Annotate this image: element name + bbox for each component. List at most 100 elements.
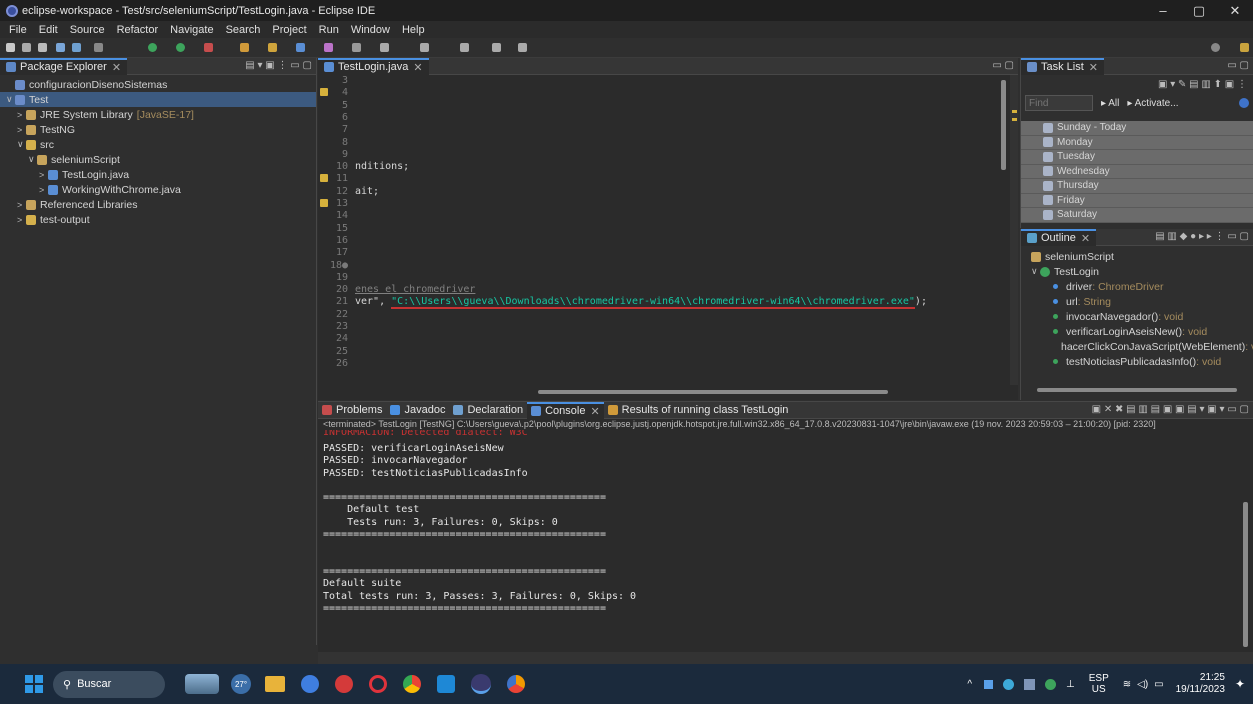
annotation-icon[interactable]: [420, 43, 429, 52]
tree-item[interactable]: > Referenced Libraries: [0, 197, 316, 212]
chevron-right-icon[interactable]: >: [17, 125, 26, 135]
eclipse-taskbar-icon[interactable]: [471, 674, 491, 694]
new-class-icon[interactable]: [296, 43, 305, 52]
open-type-icon[interactable]: [324, 43, 333, 52]
language-indicator[interactable]: ESP US: [1089, 673, 1109, 695]
close-button[interactable]: ✕: [1217, 0, 1253, 21]
tree-item[interactable]: > JRE System Library [JavaSE-17]: [0, 107, 316, 122]
filter-all[interactable]: ▸ All: [1101, 98, 1119, 109]
new-package-icon[interactable]: [268, 43, 277, 52]
console-toolbar-icon[interactable]: ▣ ✕ ✖ ▤ ▥ ▤ ▣ ▣ ▤ ▾ ▣ ▾ ▭ ▢: [1092, 404, 1249, 415]
outline-package[interactable]: seleniumScript: [1031, 249, 1253, 264]
task-minmax-icon[interactable]: ▭ ▢: [1227, 60, 1249, 71]
tray-icon-1[interactable]: [984, 679, 994, 689]
tree-item[interactable]: > WorkingWithChrome.java: [0, 182, 316, 197]
new-java-project-icon[interactable]: [240, 43, 249, 52]
code-area[interactable]: 3 4 5 6 7 8 9 10 nditions; 11 12 ait; 13 14 15 16 17 18● 1…: [318, 75, 998, 385]
vpn-icon[interactable]: [335, 675, 353, 693]
save-icon[interactable]: [22, 43, 31, 52]
forward-icon[interactable]: [72, 43, 81, 52]
outline-class[interactable]: ∨ TestLogin: [1031, 264, 1253, 279]
outline-toolbar-icon[interactable]: ▤ ▥ ◆ ● ▸ ▸ ⋮ ▭ ▢: [1155, 231, 1249, 242]
task-day-row[interactable]: Thursday: [1021, 179, 1253, 194]
nav-forward-icon[interactable]: [492, 43, 501, 52]
tab-outline[interactable]: Outline ✕: [1021, 228, 1097, 246]
task-day-row[interactable]: Friday: [1021, 193, 1253, 208]
chevron-right-icon[interactable]: >: [17, 110, 26, 120]
tab-problems[interactable]: Problems: [318, 402, 386, 419]
debug-icon[interactable]: [148, 43, 157, 52]
tab-results[interactable]: Results of running class TestLogin: [604, 402, 793, 419]
editor-minmax-icon[interactable]: ▭ ▢: [992, 60, 1014, 71]
menu-help[interactable]: Help: [402, 24, 425, 36]
notification-icon[interactable]: ✦: [1235, 677, 1245, 691]
chrome-icon[interactable]: [403, 675, 421, 693]
weather-icon[interactable]: 27°: [231, 674, 251, 694]
tree-item[interactable]: ∨ src: [0, 137, 316, 152]
outline-member[interactable]: driver : ChromeDriver: [1031, 279, 1253, 294]
search-box[interactable]: ⚲ Buscar: [53, 670, 165, 698]
view-menu-icon[interactable]: ▤ ▾ ▣ ⋮ ▭ ▢: [245, 60, 312, 71]
chevron-right-icon[interactable]: >: [17, 215, 26, 225]
run-icon[interactable]: [176, 43, 185, 52]
tree-item[interactable]: > TestNG: [0, 122, 316, 137]
chrome-canary-icon[interactable]: [507, 675, 525, 693]
chevron-down-icon[interactable]: ∨: [6, 94, 15, 105]
chat-icon[interactable]: [301, 675, 319, 693]
usb-icon[interactable]: ⊥: [1066, 679, 1075, 690]
tab-console[interactable]: Console ✕: [527, 401, 604, 419]
tab-package-explorer[interactable]: Package Explorer ✕: [0, 57, 128, 75]
tab-javadoc[interactable]: Javadoc: [386, 402, 449, 419]
wifi-icon[interactable]: ≋: [1123, 679, 1131, 690]
tray-icon-2[interactable]: [1003, 678, 1015, 690]
close-icon[interactable]: ✕: [1081, 232, 1090, 245]
find-input[interactable]: [1025, 95, 1093, 111]
task-day-row[interactable]: Sunday - Today: [1021, 121, 1253, 136]
console-scrollbar[interactable]: [1243, 502, 1248, 647]
menu-search[interactable]: Search: [226, 24, 261, 36]
outline-scrollbar[interactable]: [1037, 388, 1237, 392]
tree-item[interactable]: ∨ seleniumScript: [0, 152, 316, 167]
menu-refactor[interactable]: Refactor: [117, 24, 159, 36]
outline-member[interactable]: invocarNavegador() : void: [1031, 309, 1253, 324]
tree-item[interactable]: configuracionDisenoSistemas: [0, 77, 316, 92]
volume-icon[interactable]: ◁): [1137, 679, 1148, 690]
menu-edit[interactable]: Edit: [39, 24, 58, 36]
perspective-icon[interactable]: [1240, 43, 1249, 52]
menu-navigate[interactable]: Navigate: [170, 24, 213, 36]
tray-icon-4[interactable]: [1045, 678, 1057, 690]
outline-member[interactable]: verificarLoginAseisNew() : void: [1031, 324, 1253, 339]
menu-run[interactable]: Run: [319, 24, 339, 36]
coverage-icon[interactable]: [204, 43, 213, 52]
tree-item[interactable]: > test-output: [0, 212, 316, 227]
chevron-up-icon[interactable]: ^: [967, 679, 972, 690]
tab-testlogin-java[interactable]: TestLogin.java ✕: [318, 57, 429, 75]
battery-icon[interactable]: ▭: [1154, 679, 1163, 690]
task-day-row[interactable]: Monday: [1021, 135, 1253, 150]
search-icon[interactable]: [1211, 43, 1220, 52]
horizontal-scrollbar[interactable]: [538, 390, 888, 394]
minimize-button[interactable]: –: [1145, 0, 1181, 21]
mark-icon[interactable]: [380, 43, 389, 52]
menu-source[interactable]: Source: [70, 24, 105, 36]
start-icon[interactable]: [25, 675, 43, 693]
news-widget-icon[interactable]: [185, 674, 219, 694]
outline-member[interactable]: hacerClickConJavaScript(WebElement) : vo…: [1031, 339, 1253, 354]
chevron-right-icon[interactable]: >: [39, 185, 48, 195]
opera-icon[interactable]: [369, 675, 387, 693]
close-icon[interactable]: ✕: [112, 61, 121, 74]
chevron-right-icon[interactable]: >: [17, 200, 26, 210]
chevron-down-icon[interactable]: ∨: [28, 154, 37, 165]
help-icon[interactable]: [1239, 98, 1249, 108]
search-toolbar-icon[interactable]: [352, 43, 361, 52]
close-icon[interactable]: ✕: [1089, 61, 1098, 74]
vscode-icon[interactable]: [437, 675, 455, 693]
console-output[interactable]: PASSED: verificarLoginAseisNew PASSED: in…: [318, 439, 1253, 615]
maximize-button[interactable]: ▢: [1181, 0, 1217, 21]
nav-back-icon[interactable]: [460, 43, 469, 52]
task-day-row[interactable]: Wednesday: [1021, 164, 1253, 179]
filter-activate[interactable]: ▸ Activate...: [1127, 98, 1178, 109]
menu-project[interactable]: Project: [272, 24, 306, 36]
tree-item[interactable]: ∨ Test: [0, 92, 316, 107]
menu-file[interactable]: File: [9, 24, 27, 36]
